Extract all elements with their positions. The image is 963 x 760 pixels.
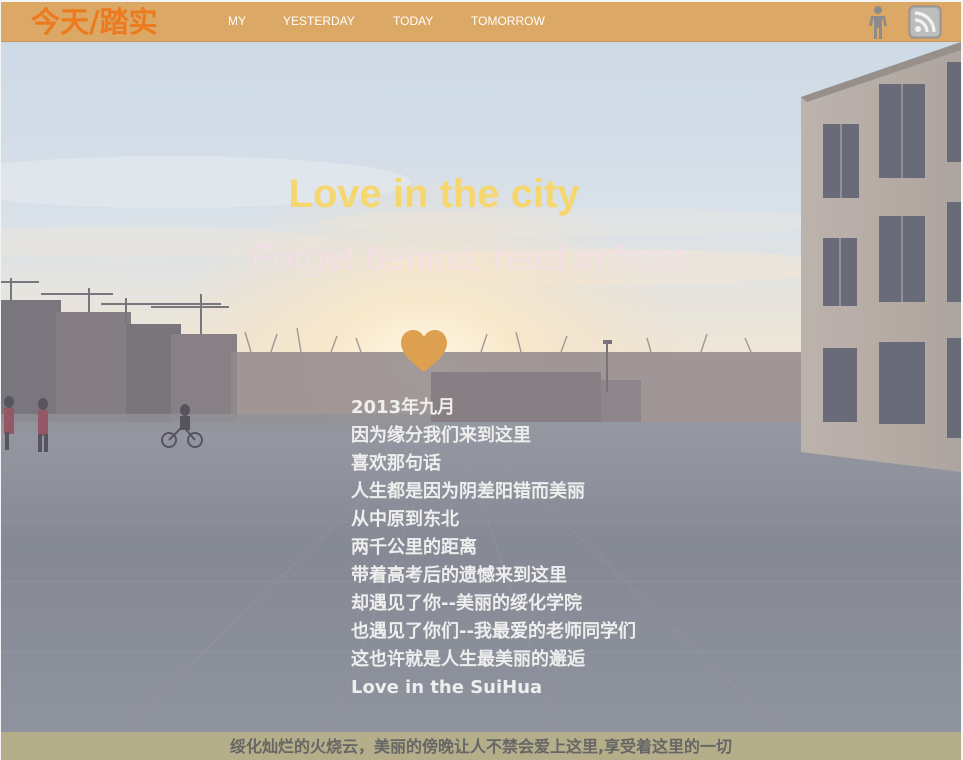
poem-line: 这也许就是人生最美丽的邂逅 [351, 649, 585, 670]
poem-line: 从中原到东北 [351, 509, 459, 530]
poem-line: 因为缘分我们来到这里 [351, 425, 531, 446]
site-logo[interactable]: 今天/踏实 [31, 4, 158, 40]
rss-icon[interactable] [908, 5, 942, 39]
nav-link-my[interactable]: MY [228, 14, 246, 29]
nav-link-yesterday[interactable]: YESTERDAY [283, 14, 355, 29]
poem-line: 却遇见了你--美丽的绥化学院 [351, 593, 582, 614]
nav-link-tomorrow[interactable]: TOMORROW [471, 14, 545, 29]
hero-title: Love in the city [288, 172, 580, 216]
top-nav-bar: 今天/踏实 MY YESTERDAY TODAY TOMORROW [1, 2, 961, 42]
poem-line: 喜欢那句话 [351, 453, 441, 474]
poem-line: Love in the SuiHua [351, 677, 543, 698]
poem-line: 带着高考后的遗憾来到这里 [351, 565, 567, 586]
poem-line: 人生都是因为阴差阳错而美丽 [351, 481, 585, 502]
poem-line: 也遇见了你们--我最爱的老师同学们 [351, 621, 636, 642]
poem-line: 2013年九月 [351, 397, 456, 418]
hero-subtitle: Forget behind, hard in front [251, 237, 686, 278]
footer-text: 绥化灿烂的火烧云，美丽的傍晚让人不禁会爱上这里,享受着这里的一切 [229, 737, 733, 756]
nav-link-today[interactable]: TODAY [393, 14, 433, 29]
poem-text: 2013年九月 因为缘分我们来到这里 喜欢那句话 人生都是因为阴差阳错而美丽 从… [351, 394, 636, 702]
page: 今天/踏实 MY YESTERDAY TODAY TOMORROW Love i… [0, 0, 963, 760]
poem-line: 两千公里的距离 [351, 537, 477, 558]
person-icon[interactable] [865, 5, 891, 40]
heart-icon [401, 330, 447, 372]
hero-banner: Love in the city Forget behind, hard in … [1, 42, 961, 732]
footer-bar: 绥化灿烂的火烧云，美丽的傍晚让人不禁会爱上这里,享受着这里的一切 [1, 732, 961, 760]
